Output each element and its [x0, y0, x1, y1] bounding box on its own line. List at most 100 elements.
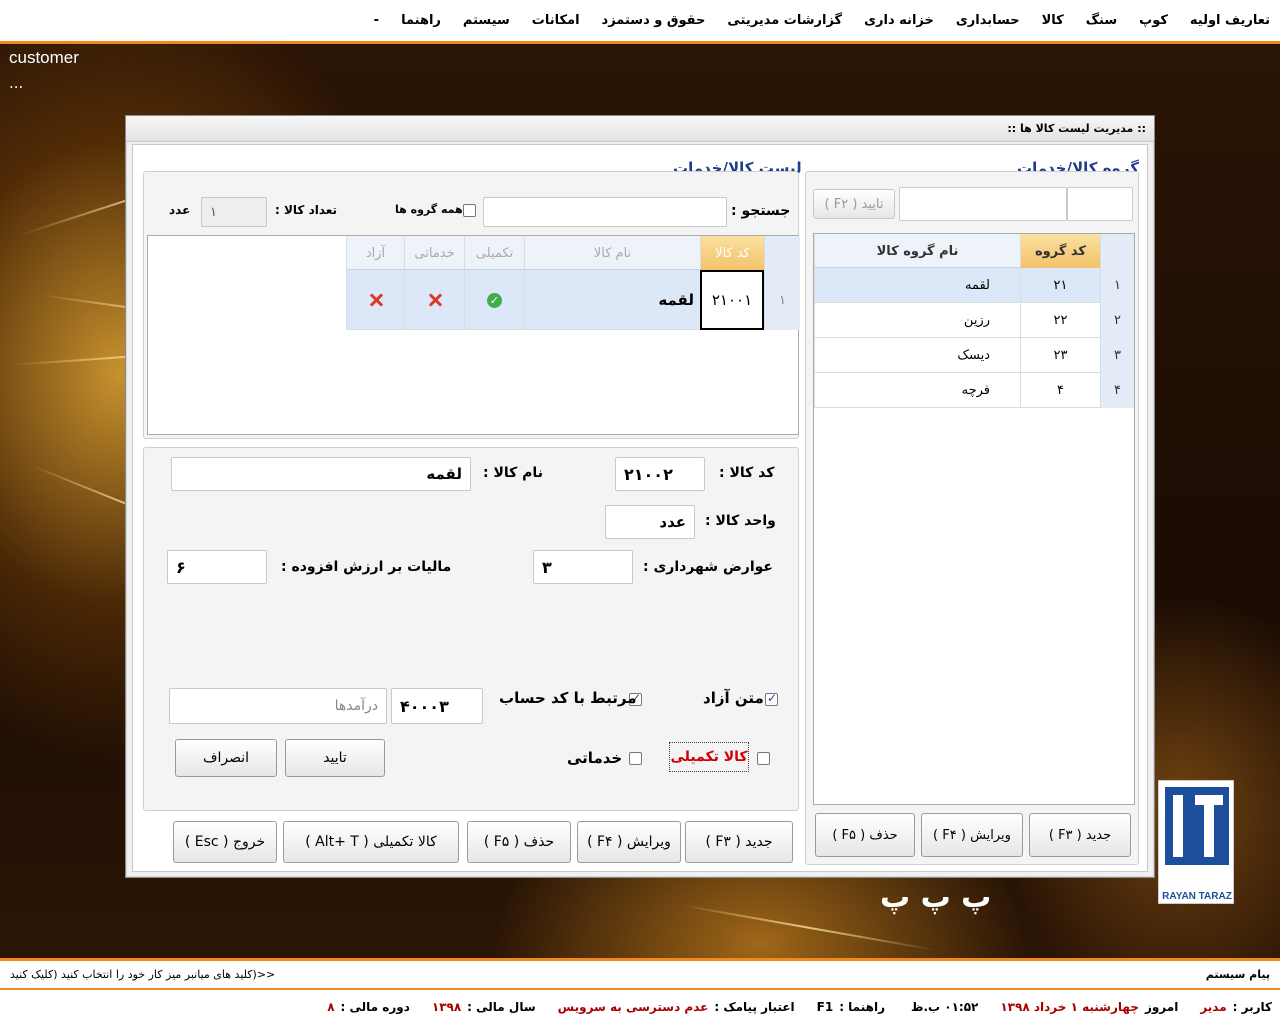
group-name-input[interactable]: [899, 187, 1067, 221]
help-label: راهنما :: [839, 1000, 885, 1014]
goods-code-input[interactable]: ۲۱۰۰۲: [615, 457, 705, 491]
delete-goods-button[interactable]: حذف ( F۵ ): [467, 821, 571, 863]
search-input[interactable]: [483, 197, 727, 227]
shortcut-hint-link[interactable]: <<(کلید های میانبر میز کار خود را انتخاب…: [10, 968, 275, 981]
extra-goods-label: کالا تکمیلی: [669, 742, 749, 772]
menu-item[interactable]: خزانه داری: [864, 13, 934, 28]
menu-item[interactable]: امکانات: [532, 13, 580, 28]
customer-label: customer: [9, 48, 79, 67]
menu-item[interactable]: تعاریف اولیه: [1190, 13, 1270, 28]
menu-item[interactable]: سیستم: [463, 13, 510, 28]
free-text-checkbox[interactable]: [765, 691, 778, 706]
group-code-cell: ۲۱: [1020, 268, 1100, 303]
row-header-corner: [764, 236, 800, 270]
form-confirm-button[interactable]: تایید: [285, 739, 385, 777]
goods-unit-label: واحد کالا :: [705, 513, 776, 529]
time-value: ۰۱:۵۲ ب.ظ: [910, 1000, 979, 1014]
menu-item[interactable]: کوپ: [1139, 13, 1168, 28]
dialog-body: گروه کالا/خدمات تایید ( F۲ ) کد گروه نام…: [132, 144, 1148, 872]
col-service[interactable]: خدماتی: [404, 236, 464, 270]
vat-label: مالیات بر ارزش افزوده :: [281, 559, 452, 575]
account-code-input[interactable]: ۴۰۰۰۳: [391, 688, 483, 724]
col-extra[interactable]: تکمیلی: [464, 236, 524, 270]
group-code-cell: ۴: [1020, 373, 1100, 408]
vat-input[interactable]: ۶: [167, 550, 267, 584]
group-row[interactable]: ۱ ۲۱ لقمه: [814, 268, 1134, 303]
menu-item[interactable]: حسابداری: [956, 13, 1020, 28]
goods-code-cell[interactable]: ۲۱۰۰۱: [700, 270, 764, 330]
group-new-button[interactable]: جدید ( F۳ ): [1029, 813, 1131, 857]
edit-goods-button[interactable]: ویرایش ( F۴ ): [577, 821, 681, 863]
col-group-name[interactable]: نام گروه کالا: [814, 234, 1020, 268]
help-value: F1: [816, 1000, 834, 1014]
service-label: خدماتی: [567, 749, 623, 767]
col-free[interactable]: آزاد: [346, 236, 404, 270]
service-checkbox[interactable]: [629, 752, 642, 765]
count-field: ۱: [201, 197, 267, 227]
row-number: ۱: [1100, 268, 1134, 303]
col-group-code[interactable]: کد گروه: [1020, 234, 1100, 268]
all-groups-label: همه گروه ها: [395, 203, 463, 216]
group-row[interactable]: ۴ ۴ فرچه: [814, 373, 1134, 408]
group-code-input[interactable]: [1067, 187, 1133, 221]
goods-list-dialog: :: مدیریت لیست کالا ها :: گروه کالا/خدما…: [125, 115, 1155, 878]
goods-unit-input[interactable]: عدد: [605, 505, 695, 539]
row-number: ۲: [1100, 303, 1134, 338]
municipality-tax-label: عوارض شهرداری :: [643, 559, 773, 575]
row-number: ۴: [1100, 373, 1134, 408]
search-label: جستجو :: [731, 203, 791, 219]
group-name-cell: دیسک: [814, 338, 1020, 373]
menu-item[interactable]: گزارشات مدیریتی: [727, 13, 842, 28]
goods-name-label: نام کالا :: [483, 465, 543, 481]
user-value: مدیر: [1200, 1000, 1227, 1014]
menu-item[interactable]: سنگ: [1086, 13, 1117, 28]
form-cancel-button[interactable]: انصراف: [175, 739, 277, 777]
group-confirm-button[interactable]: تایید ( F۲ ): [813, 189, 895, 219]
all-groups-checkbox[interactable]: [463, 204, 476, 217]
goods-name-input[interactable]: لقمه: [171, 457, 471, 491]
fiscal-year-label: سال مالی :: [467, 1000, 536, 1014]
new-goods-button[interactable]: جدید ( F۳ ): [685, 821, 793, 863]
extra-goods-button[interactable]: کالا تکمیلی ( Alt+ T ): [283, 821, 459, 863]
col-goods-code[interactable]: کد کالا: [700, 236, 764, 270]
user-label: کاربر :: [1232, 1000, 1272, 1014]
goods-row[interactable]: ۱ ۲۱۰۰۱ لقمه ✓: [346, 270, 800, 330]
ellipsis-label: ...: [9, 74, 24, 92]
row-header-corner: [1100, 234, 1134, 268]
count-unit: عدد: [169, 203, 191, 217]
group-delete-button[interactable]: حذف ( F۵ ): [815, 813, 915, 857]
goods-grid: کد کالا نام کالا تکمیلی خدماتی آزاد ۱ ۲۱۰…: [147, 235, 800, 435]
menu-item[interactable]: راهنما: [401, 13, 441, 28]
menu-item[interactable]: -: [374, 13, 379, 28]
company-logo: RAYAN TARAZ: [1158, 780, 1234, 904]
today-label: امروز: [1144, 1000, 1179, 1014]
cross-icon: [369, 293, 383, 307]
group-row[interactable]: ۳ ۲۳ دیسک: [814, 338, 1134, 373]
col-goods-name[interactable]: نام کالا: [524, 236, 700, 270]
check-icon: ✓: [487, 292, 502, 308]
exit-button[interactable]: خروج ( Esc ): [173, 821, 277, 863]
goods-name-cell: لقمه: [524, 270, 700, 330]
group-edit-button[interactable]: ویرایش ( F۴ ): [921, 813, 1023, 857]
group-row[interactable]: ۲ ۲۲ رزین: [814, 303, 1134, 338]
logo-text: RAYAN TARAZ: [1162, 891, 1232, 902]
dialog-title[interactable]: :: مدیریت لیست کالا ها ::: [126, 116, 1154, 142]
menu-item[interactable]: کالا: [1042, 13, 1064, 28]
goods-grid-header: کد کالا نام کالا تکمیلی خدماتی آزاد: [346, 236, 800, 270]
system-message-label: پیام سیستم: [1205, 968, 1270, 981]
account-name-input[interactable]: درآمدها: [169, 688, 387, 724]
extra-goods-checkbox[interactable]: [757, 752, 770, 765]
group-name-cell: رزین: [814, 303, 1020, 338]
extra-cell: ✓: [464, 270, 524, 330]
background-glyphs: پ پ پ: [880, 880, 992, 915]
group-name-cell: فرچه: [814, 373, 1020, 408]
group-code-cell: ۲۲: [1020, 303, 1100, 338]
free-cell: [346, 270, 404, 330]
period-value: ۸: [327, 1000, 335, 1014]
municipality-tax-input[interactable]: ۳: [533, 550, 633, 584]
menu-item[interactable]: حقوق و دستمزد: [602, 13, 706, 28]
group-name-cell: لقمه: [814, 268, 1020, 303]
row-number: ۳: [1100, 338, 1134, 373]
group-code-cell: ۲۳: [1020, 338, 1100, 373]
system-message-bar: پیام سیستم <<(کلید های میانبر میز کار خو…: [0, 958, 1280, 988]
